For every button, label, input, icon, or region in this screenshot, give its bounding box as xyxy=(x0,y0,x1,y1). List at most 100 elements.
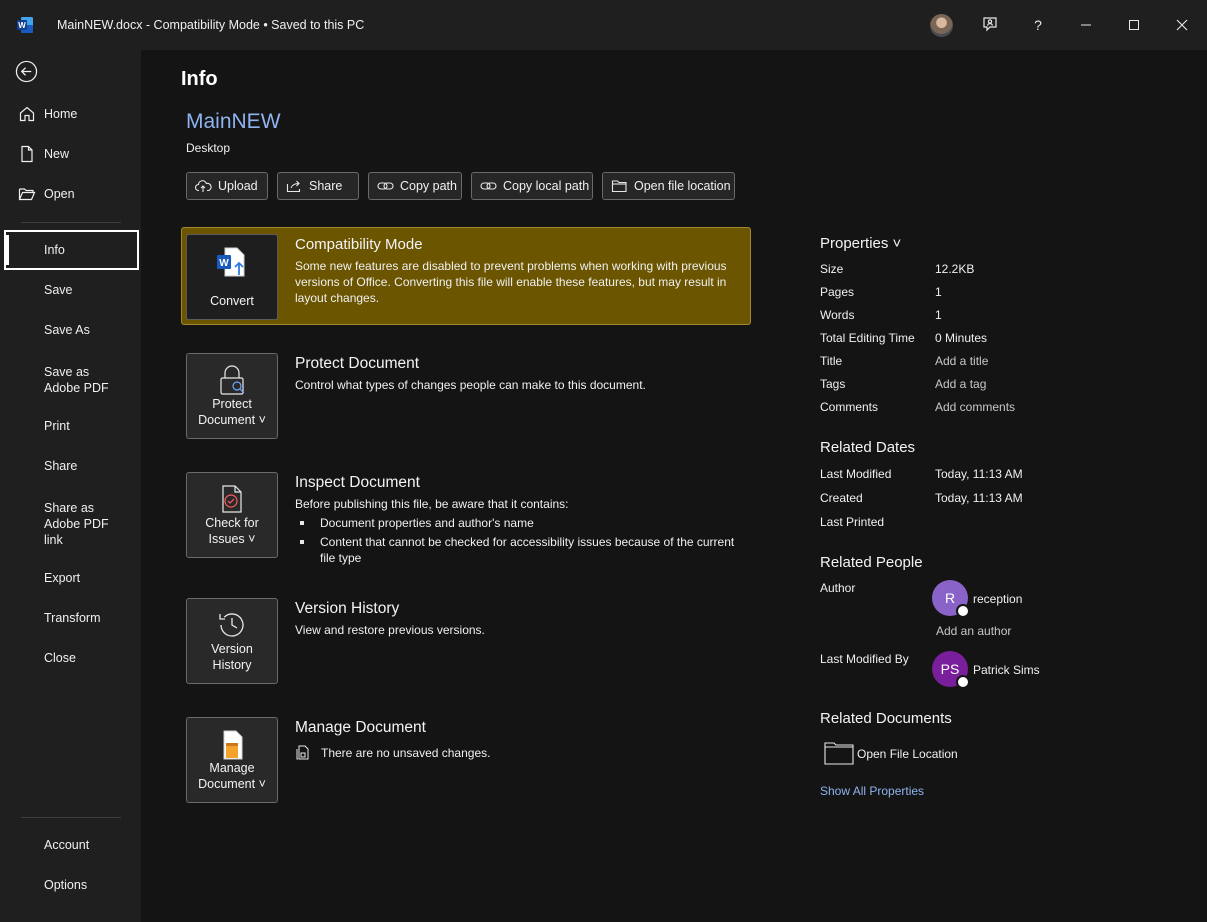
inspect-bullet: Content that cannot be checked for acces… xyxy=(300,534,740,566)
upload-label: Upload xyxy=(218,179,258,193)
related-people-header: Related People xyxy=(820,554,923,571)
svg-text:W: W xyxy=(219,258,229,269)
nav-save-as[interactable]: Save As xyxy=(4,310,139,350)
nav-options[interactable]: Options xyxy=(4,865,139,905)
prop-label-tags: Tags xyxy=(820,377,846,391)
nav-info[interactable]: Info xyxy=(4,230,139,270)
protect-description: Control what types of changes people can… xyxy=(295,378,646,392)
prop-value-words: 1 xyxy=(935,308,942,322)
help-icon[interactable]: ? xyxy=(1027,14,1049,36)
copy-local-path-button[interactable]: Copy local path xyxy=(471,172,593,200)
presence-status-icon xyxy=(956,675,970,689)
convert-label: Convert xyxy=(210,294,254,308)
prop-label-title: Title xyxy=(820,354,843,368)
prop-value-editing-time: 0 Minutes xyxy=(935,331,988,345)
add-comments-field[interactable]: Add comments xyxy=(935,400,1015,414)
folder-icon xyxy=(824,742,854,765)
nav-divider xyxy=(21,222,121,223)
nav-close[interactable]: Close xyxy=(4,638,139,678)
copy-path-button[interactable]: Copy path xyxy=(368,172,462,200)
nav-transform[interactable]: Transform xyxy=(4,598,139,638)
nav-home[interactable]: Home xyxy=(4,94,139,134)
compat-description: Some new features are disabled to preven… xyxy=(295,259,727,305)
modifier-initials: PS xyxy=(940,661,960,677)
properties-header[interactable]: Properties ˅ xyxy=(820,235,901,252)
check-label-2: Issues ˅ xyxy=(208,532,256,546)
check-for-issues-button[interactable]: Check for Issues ˅ xyxy=(186,472,278,558)
manage-label-2: Document ˅ xyxy=(198,777,266,791)
version-history-button[interactable]: Version History xyxy=(186,598,278,684)
nav-share-as-adobe-pdf-link-label: Share as Adobe PDF link xyxy=(44,501,109,547)
nav-account[interactable]: Account xyxy=(4,825,139,865)
close-icon[interactable] xyxy=(1171,14,1193,36)
add-tag-field[interactable]: Add a tag xyxy=(935,377,986,391)
nav-transform-label: Transform xyxy=(44,611,101,625)
nav-options-label: Options xyxy=(44,878,88,892)
author-name[interactable]: reception xyxy=(973,592,1022,606)
open-folder-icon xyxy=(18,188,36,201)
maximize-icon[interactable] xyxy=(1123,14,1145,36)
date-label-last-printed: Last Printed xyxy=(820,515,885,529)
share-label: Share xyxy=(309,179,343,193)
folder-icon xyxy=(611,180,627,193)
coauthoring-icon[interactable] xyxy=(979,14,1001,36)
back-arrow-icon[interactable] xyxy=(15,60,38,83)
account-avatar[interactable] xyxy=(930,14,953,37)
nav-print-label: Print xyxy=(44,419,70,433)
open-file-location-link[interactable]: Open File Location xyxy=(857,747,958,761)
related-documents-header: Related Documents xyxy=(820,710,952,727)
manage-title: Manage Document xyxy=(295,719,426,736)
nav-new-label: New xyxy=(44,147,70,161)
version-label-2: History xyxy=(212,658,252,672)
version-description: View and restore previous versions. xyxy=(295,623,485,637)
nav-save[interactable]: Save xyxy=(4,270,139,310)
upload-button[interactable]: Upload xyxy=(186,172,268,200)
backstage-nav: Home New Open Info Save Save As Save as … xyxy=(0,50,141,922)
add-author-link[interactable]: Add an author xyxy=(936,624,1011,638)
prop-label-comments: Comments xyxy=(820,400,879,414)
related-dates-header: Related Dates xyxy=(820,439,916,456)
version-label-1: Version xyxy=(211,642,253,656)
prop-label-words: Words xyxy=(820,308,855,322)
prop-label-pages: Pages xyxy=(820,285,855,299)
document-name: MainNEW xyxy=(186,110,281,133)
minimize-icon[interactable] xyxy=(1075,14,1097,36)
inspect-title: Inspect Document xyxy=(295,474,420,491)
show-all-properties-link[interactable]: Show All Properties xyxy=(820,784,924,798)
nav-save-as-adobe-pdf[interactable]: Save as Adobe PDF xyxy=(4,360,124,400)
inspect-bullet: Document properties and author's name xyxy=(300,515,740,531)
share-button[interactable]: Share xyxy=(277,172,359,200)
convert-button[interactable]: W Convert xyxy=(186,234,278,320)
nav-share-as-adobe-pdf-link[interactable]: Share as Adobe PDF link xyxy=(4,496,114,552)
modifier-name[interactable]: Patrick Sims xyxy=(973,663,1040,677)
nav-save-label: Save xyxy=(44,283,73,297)
author-initial: R xyxy=(944,590,956,606)
copy-local-path-label: Copy local path xyxy=(503,179,590,193)
nav-save-as-adobe-pdf-label: Save as Adobe PDF xyxy=(44,365,109,395)
lock-icon xyxy=(220,365,245,395)
open-file-location-button[interactable]: Open file location xyxy=(602,172,735,200)
open-file-location-label: Open file location xyxy=(634,179,731,193)
nav-save-as-label: Save As xyxy=(44,323,90,337)
nav-new[interactable]: New xyxy=(4,134,139,174)
nav-share-label: Share xyxy=(44,459,78,473)
protect-document-button[interactable]: Protect Document ˅ xyxy=(186,353,278,439)
author-avatar[interactable]: R xyxy=(932,580,970,618)
manage-document-button[interactable]: Manage Document ˅ xyxy=(186,717,278,803)
link-icon xyxy=(377,182,394,190)
add-title-field[interactable]: Add a title xyxy=(935,354,988,368)
modifier-avatar[interactable]: PS xyxy=(932,651,970,689)
date-label-created: Created xyxy=(820,491,863,505)
manage-document-icon xyxy=(223,730,243,760)
date-value-last-modified: Today, 11:13 AM xyxy=(935,467,1023,481)
document-location: Desktop xyxy=(186,141,231,155)
presence-status-icon xyxy=(956,604,970,618)
nav-share[interactable]: Share xyxy=(4,446,139,486)
nav-export-label: Export xyxy=(44,571,81,585)
nav-print[interactable]: Print xyxy=(4,406,139,446)
nav-export[interactable]: Export xyxy=(4,558,139,598)
nav-account-label: Account xyxy=(44,838,90,852)
new-document-icon xyxy=(21,145,33,163)
nav-open[interactable]: Open xyxy=(4,174,139,214)
nav-close-label: Close xyxy=(44,651,76,665)
